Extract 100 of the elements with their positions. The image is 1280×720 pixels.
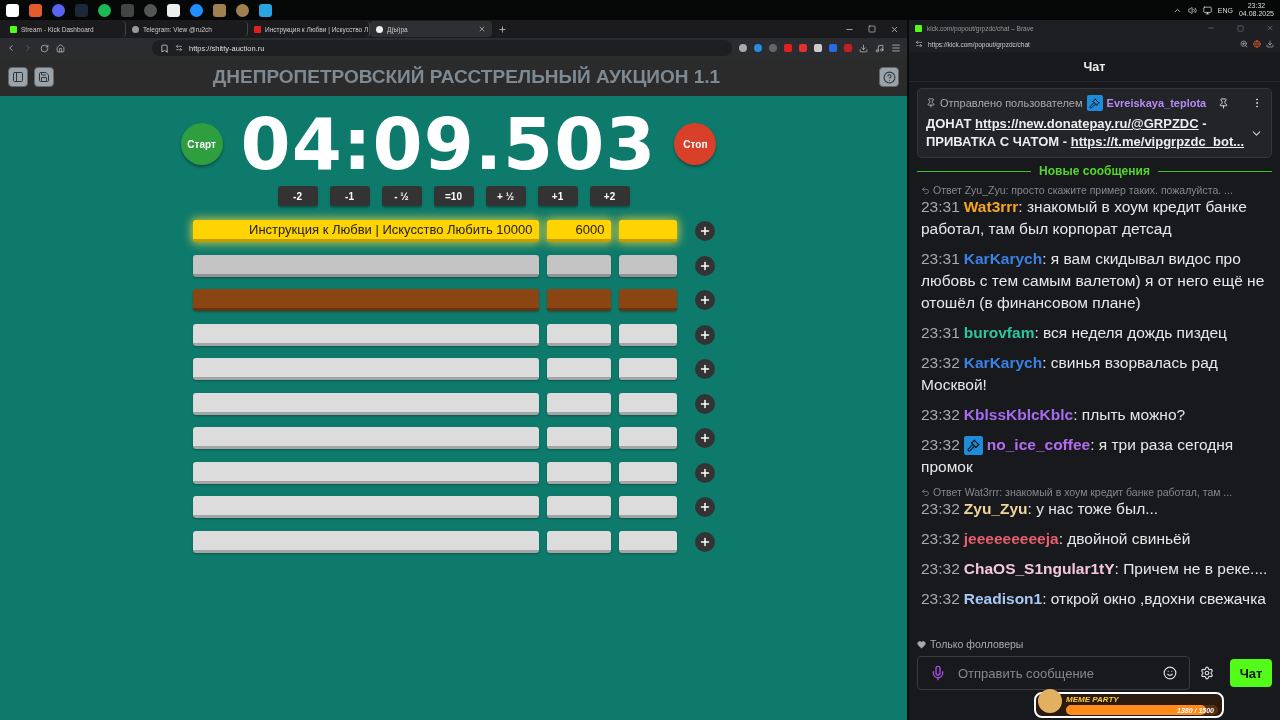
time-adjust-button[interactable]: + ½: [485, 186, 526, 206]
username[interactable]: Evreiskaya_teplota: [1106, 97, 1207, 109]
site-settings-icon: [915, 40, 923, 48]
chat-message: 23:32 KarKarych: свинья взорвалась рад Москвой!: [921, 353, 1219, 395]
lot-name-field[interactable]: [192, 323, 539, 346]
lot-amount-field[interactable]: [546, 323, 611, 346]
plus-icon: [698, 466, 711, 479]
panel-icon: [12, 71, 24, 83]
lot-extra-field[interactable]: [618, 254, 677, 277]
add-button[interactable]: [694, 531, 715, 552]
save-button[interactable]: [34, 67, 54, 87]
lot-amount-field[interactable]: 6000: [546, 220, 611, 242]
lot-extra-field[interactable]: [618, 530, 677, 553]
chat-message: 23:32 ChaOS_S1ngular1tY: Причем не в реке....: [921, 559, 1268, 579]
lot-name-field[interactable]: [192, 461, 539, 484]
lot-extra-field[interactable]: [618, 461, 677, 484]
message-input[interactable]: Отправить сообщение: [956, 664, 1153, 682]
app-icon[interactable]: [98, 3, 111, 17]
speaker-icon[interactable]: [1187, 5, 1197, 15]
donate-link[interactable]: https://new.donatepay.ru/@GRPZDC: [975, 116, 1199, 131]
download-icon[interactable]: [859, 43, 868, 53]
message-field[interactable]: Отправить сообщение: [917, 656, 1190, 690]
app-title: ДНЕПРОПЕТРОВСКИЙ РАССТРЕЛЬНЫЙ АУКЦИОН 1.1: [211, 66, 722, 88]
time-adjust-button[interactable]: -1: [329, 186, 370, 206]
lot-name-field[interactable]: [192, 496, 539, 518]
app-icon[interactable]: [259, 3, 272, 17]
lot-amount-field[interactable]: [546, 289, 611, 311]
lot-name-field[interactable]: [192, 392, 539, 415]
time-adjust-button[interactable]: =10: [433, 186, 474, 206]
widget-title: MEME PARTY: [1066, 695, 1120, 704]
reply-preview[interactable]: Ответ Wat3rrr: знакомый в хоум кредит банке работал, там ...: [933, 486, 1233, 498]
lot-amount-field[interactable]: [546, 461, 611, 484]
emoji-icon[interactable]: [1163, 666, 1177, 680]
chat-message: 23:31 burovfam: вся неделя дождь пиздец: [921, 323, 1228, 343]
stop-button[interactable]: Стоп: [674, 123, 717, 165]
time-adjust-button[interactable]: -2: [277, 186, 318, 206]
monitor-icon[interactable]: [1202, 5, 1212, 15]
tab-favicon-icon: [10, 25, 17, 33]
back-icon[interactable]: [6, 43, 16, 53]
add-button[interactable]: [694, 497, 715, 517]
maximize-icon[interactable]: [1237, 24, 1244, 32]
close-icon[interactable]: [478, 25, 486, 33]
chat-title: Чат: [1083, 59, 1106, 74]
telegram-link[interactable]: https://t.me/vipgrpzdc_bot...: [1070, 134, 1245, 149]
time-adjust-button[interactable]: - ½: [381, 186, 422, 206]
microphone-icon[interactable]: [930, 665, 946, 681]
lot-amount-field[interactable]: [546, 392, 611, 415]
start-icon[interactable]: [6, 3, 19, 17]
lot-extra-field[interactable]: [618, 220, 677, 242]
reply-preview[interactable]: Ответ Zyu_Zyu: просто скажите пример таких. пожалуйста. ...: [933, 184, 1233, 196]
panel-button[interactable]: [8, 67, 28, 87]
chat-message: 23:31 KarKarych: я вам скидывал видос про любовь с тем самым валетом) я от него ещё не отошёл (в финансовом плане): [921, 249, 1266, 313]
send-button[interactable]: Чат: [1230, 659, 1272, 687]
time-adjust-button[interactable]: +2: [589, 186, 630, 206]
maximize-icon[interactable]: [868, 25, 876, 33]
lot-extra-field[interactable]: [618, 496, 677, 518]
heart-icon: [917, 639, 926, 649]
settings-icon[interactable]: [1200, 666, 1214, 680]
lot-amount-field[interactable]: [546, 496, 611, 518]
lot-amount-field[interactable]: [546, 427, 611, 449]
lot-extra-field[interactable]: [618, 427, 677, 449]
lot-name-field[interactable]: [192, 254, 539, 277]
help-button[interactable]: [879, 67, 899, 87]
new-tab-icon[interactable]: [498, 24, 507, 34]
menu-icon[interactable]: [891, 43, 901, 53]
lot-name-field[interactable]: [192, 358, 539, 380]
add-button[interactable]: [694, 428, 715, 448]
add-button[interactable]: [694, 393, 715, 414]
pinned-by-label: Отправлено пользователем: [940, 97, 1083, 109]
lot-amount-field[interactable]: [546, 254, 611, 277]
pin-icon[interactable]: [1218, 97, 1230, 109]
add-button[interactable]: [694, 359, 715, 379]
add-button[interactable]: [694, 462, 715, 483]
reload-icon[interactable]: [40, 43, 49, 53]
add-button[interactable]: [694, 221, 715, 241]
home-icon[interactable]: [56, 43, 65, 53]
add-button[interactable]: [694, 290, 715, 310]
lot-extra-field[interactable]: [618, 392, 677, 415]
lot-extra-field[interactable]: [618, 323, 677, 346]
lot-name-field[interactable]: [192, 530, 539, 553]
app-icon[interactable]: [190, 3, 203, 17]
app-icon[interactable]: [167, 3, 180, 17]
chat-message: 23:31 Wat3rrr: знакомый в хоум кредит банке работал, там был корпорат детсад: [921, 197, 1248, 239]
lot-amount-field[interactable]: [546, 358, 611, 380]
close-icon[interactable]: [890, 24, 899, 34]
zoom-icon[interactable]: [1240, 40, 1248, 48]
time-adjust-button[interactable]: +1: [537, 186, 578, 206]
download-icon[interactable]: [1266, 40, 1274, 48]
lot-amount-field[interactable]: [546, 530, 611, 553]
lot-name-field[interactable]: [192, 289, 539, 311]
lot-extra-field[interactable]: [618, 289, 677, 311]
site-settings-icon: [175, 44, 183, 52]
music-icon[interactable]: [875, 43, 884, 53]
add-button[interactable]: [694, 255, 715, 276]
plus-icon: [698, 397, 711, 410]
add-button[interactable]: [694, 324, 715, 345]
reply-icon: [921, 185, 930, 195]
lot-extra-field[interactable]: [618, 358, 677, 380]
lot-name-field[interactable]: Инструкция к Любви | Искусство Любить 10000: [192, 220, 539, 242]
lot-name-field[interactable]: [192, 427, 539, 449]
